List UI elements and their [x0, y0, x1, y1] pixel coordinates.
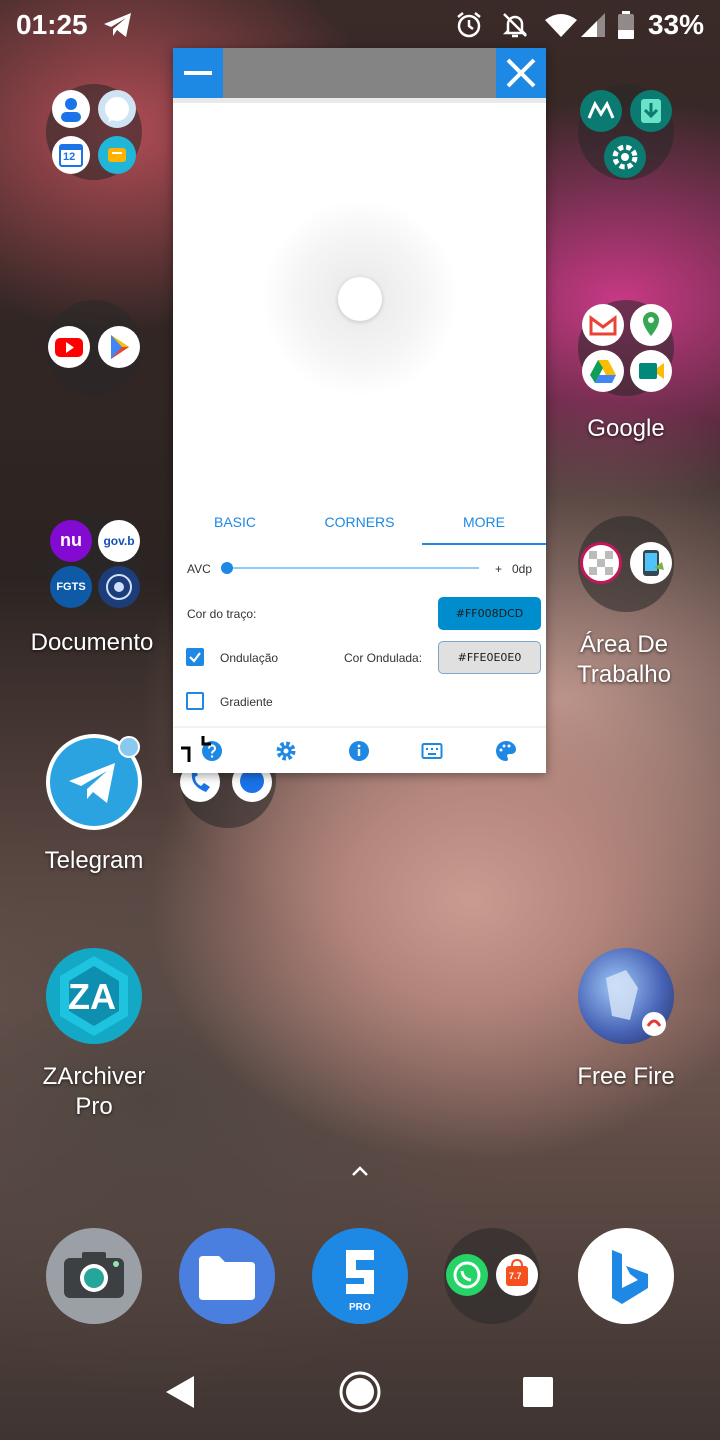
folder-area-label: Área De Trabalho	[577, 631, 671, 688]
bing-app[interactable]	[578, 1228, 674, 1324]
zarchiver-logo-text: ZA	[68, 976, 116, 1017]
folder-media[interactable]	[46, 300, 142, 396]
meet-icon	[630, 350, 672, 392]
preview-circle[interactable]	[338, 277, 382, 321]
whatsapp-icon	[446, 1254, 488, 1296]
gradient-label: Gradiente	[220, 695, 273, 709]
zarchiver-app[interactable]: ZA	[46, 948, 142, 1044]
gradient-checkbox[interactable]	[186, 692, 204, 710]
folder-moto[interactable]	[578, 84, 674, 180]
recents-icon[interactable]	[522, 1376, 554, 1408]
fgts-icon: FGTS	[50, 566, 92, 608]
telegram-label: Telegram	[44, 847, 144, 874]
avc-label: AVC	[187, 562, 211, 576]
shopee-icon: 7.7	[496, 1254, 538, 1296]
resize-handle-icon[interactable]	[179, 734, 213, 764]
govbr-icon: gov.b	[98, 520, 140, 562]
avc-value: 0dp	[512, 562, 533, 576]
notifications-off-icon	[502, 13, 528, 38]
ripple-checkbox[interactable]	[186, 648, 204, 666]
palette-icon[interactable]	[495, 740, 517, 762]
titlebar-divider	[173, 98, 546, 103]
download-icon	[630, 90, 672, 132]
play-store-icon	[98, 326, 140, 368]
bing-icon	[612, 1250, 648, 1304]
battery-icon	[618, 11, 634, 39]
messages-app-icon	[98, 90, 136, 128]
signal-icon	[581, 13, 605, 37]
folder-social[interactable]: 7.7	[444, 1228, 540, 1324]
back-icon[interactable]	[164, 1374, 196, 1410]
home-icon[interactable]	[338, 1370, 382, 1414]
minimize-icon	[184, 71, 212, 75]
stroke-color-button[interactable]: #FF008DCD	[438, 597, 541, 630]
camera-app[interactable]	[46, 1228, 142, 1324]
alarm-icon	[457, 12, 481, 38]
moto-icon	[580, 90, 622, 132]
battery-percent: 33%	[647, 9, 704, 40]
check-icon	[189, 652, 201, 663]
avc-slider-track[interactable]	[227, 567, 479, 569]
folder-documento-label: Documento	[30, 629, 154, 656]
folder-google-label: Google	[587, 415, 665, 442]
calendar-app-icon: 12	[52, 136, 90, 174]
ripple-label: Ondulação	[220, 651, 279, 665]
notification-dot	[118, 736, 140, 758]
minimize-button[interactable]	[173, 48, 223, 98]
close-icon	[506, 58, 536, 88]
shopee-badge: 7.7	[509, 1271, 522, 1281]
calendar-date: 12	[63, 151, 76, 163]
gmail-icon	[582, 304, 624, 346]
status-time: 01:25	[16, 9, 88, 40]
status-bar: 01:25 33%	[0, 0, 720, 50]
avc-plus-button[interactable]: +	[495, 562, 502, 576]
maps-icon	[630, 304, 672, 346]
folder-area-de-trabalho[interactable]	[578, 516, 674, 612]
phone-app-icon	[630, 542, 672, 584]
moto-settings-icon	[604, 136, 646, 178]
ripple-color-label: Cor Ondulada:	[344, 651, 423, 665]
tab-indicator	[422, 543, 546, 545]
ripple-color-button[interactable]: #FFE0E0E0	[438, 641, 541, 674]
settings-icon[interactable]	[275, 740, 297, 762]
info-icon[interactable]	[348, 740, 370, 762]
navigation-bar	[0, 1350, 720, 1440]
folder-contacts[interactable]: 12	[46, 84, 142, 180]
background-eraser-icon	[580, 542, 622, 584]
folder-google[interactable]	[578, 300, 674, 396]
free-fire-app[interactable]	[578, 948, 674, 1044]
assistant-app-icon	[98, 136, 136, 174]
youtube-icon	[48, 326, 90, 368]
tab-corners[interactable]: CORNERS	[297, 514, 422, 530]
nubank-icon: nu	[50, 520, 92, 562]
tab-more[interactable]: MORE	[422, 514, 546, 530]
zarchiver-label: ZArchiver Pro	[42, 1063, 146, 1120]
sketchware-pro-app[interactable]: PRO	[312, 1228, 408, 1324]
contacts-app-icon	[52, 90, 90, 128]
wifi-icon	[545, 14, 577, 37]
camera-icon	[64, 1252, 124, 1298]
free-fire-app-icon	[606, 970, 666, 1036]
government-seal-icon	[98, 566, 140, 608]
folder-icon	[199, 1256, 255, 1300]
tab-basic[interactable]: BASIC	[173, 514, 297, 530]
telegram-icon	[104, 13, 131, 37]
window-titlebar[interactable]	[173, 48, 546, 98]
window-bottom-toolbar	[173, 726, 546, 773]
drive-icon	[582, 350, 624, 392]
stroke-color-label: Cor do traço:	[187, 607, 257, 621]
folder-documento[interactable]: nu gov.b FGTS	[46, 516, 142, 612]
keyboard-icon[interactable]	[421, 740, 443, 762]
files-app[interactable]	[179, 1228, 275, 1324]
close-button[interactable]	[496, 48, 546, 98]
sketchware-pro-badge: PRO	[349, 1302, 371, 1313]
free-fire-label: Free Fire	[577, 1063, 675, 1090]
floating-window: BASIC CORNERS MORE AVC + 0dp Cor do traç…	[173, 48, 546, 773]
chevron-up-icon[interactable]	[348, 1162, 372, 1180]
avc-slider-thumb[interactable]	[221, 562, 233, 574]
